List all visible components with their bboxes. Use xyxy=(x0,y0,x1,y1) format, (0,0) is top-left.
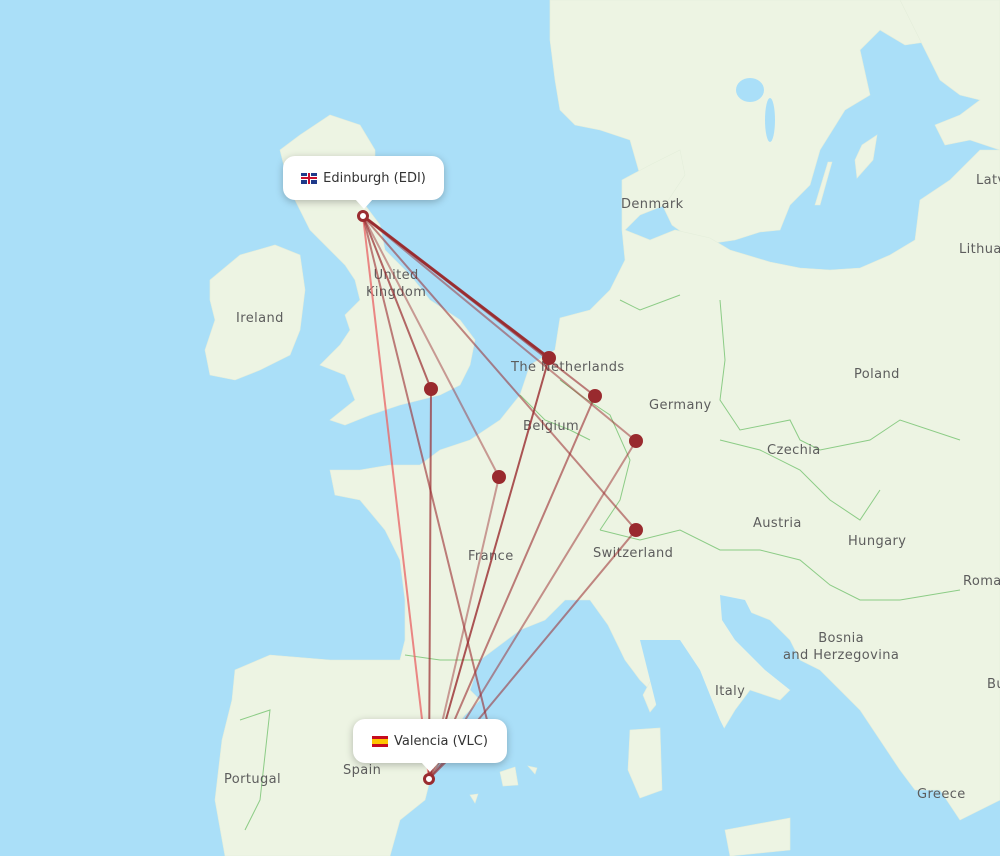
stopover-marker-paris[interactable] xyxy=(492,470,506,484)
stopover-marker-dusseldorf[interactable] xyxy=(588,389,602,403)
stopover-marker-london[interactable] xyxy=(424,382,438,396)
origin-callout[interactable]: Edinburgh (EDI) xyxy=(283,156,444,209)
uk-flag-icon xyxy=(301,172,318,184)
destination-callout[interactable]: Valencia (VLC) xyxy=(353,719,507,772)
route-line-amsterdam-vlc xyxy=(428,357,550,780)
origin-label: Edinburgh (EDI) xyxy=(323,170,426,186)
stopover-marker-frankfurt[interactable] xyxy=(629,434,643,448)
destination-label: Valencia (VLC) xyxy=(394,733,488,749)
destination-airport-marker[interactable] xyxy=(423,773,435,785)
spain-flag-icon xyxy=(372,735,389,747)
route-line-edi-frankfurt xyxy=(362,215,637,442)
stopover-marker-amsterdam[interactable] xyxy=(542,351,556,365)
origin-airport-marker[interactable] xyxy=(357,210,369,222)
stopover-marker-zurich[interactable] xyxy=(629,523,643,537)
route-line-extra-1 xyxy=(362,215,488,721)
